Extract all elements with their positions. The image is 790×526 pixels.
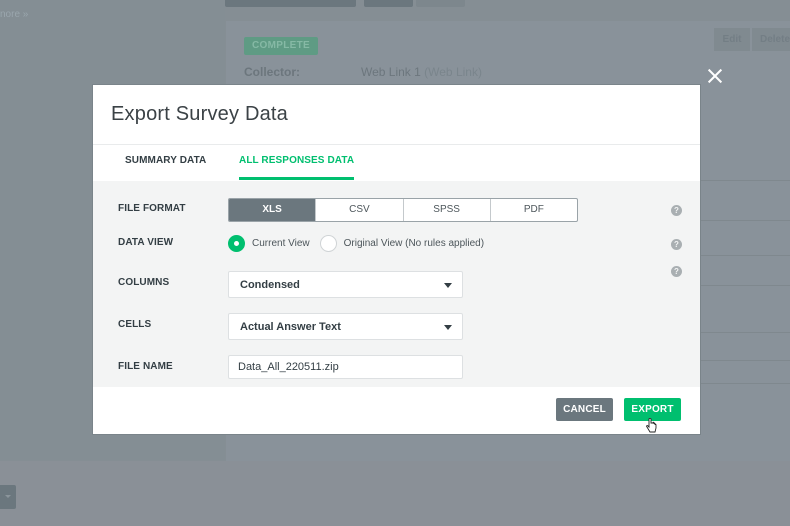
cells-select[interactable]: Actual Answer Text bbox=[228, 313, 463, 340]
radio-label: Current View bbox=[252, 238, 310, 249]
status-badge: COMPLETE bbox=[244, 37, 318, 55]
background-row-divider bbox=[700, 332, 790, 333]
radio-current-view[interactable]: Current View bbox=[228, 235, 310, 252]
chevron-down-icon bbox=[5, 495, 11, 498]
help-icon[interactable]: ? bbox=[671, 266, 682, 277]
caret-down-icon bbox=[444, 283, 452, 288]
caret-down-icon bbox=[444, 325, 452, 330]
format-option-csv[interactable]: CSV bbox=[316, 199, 404, 221]
background-row-divider bbox=[700, 255, 790, 256]
background-row-divider bbox=[700, 180, 790, 181]
radio-original-view[interactable]: Original View (No rules applied) bbox=[319, 235, 485, 252]
background-footer bbox=[0, 461, 790, 526]
dialog-title: Export Survey Data bbox=[111, 103, 289, 125]
file-format-label: FILE FORMAT bbox=[118, 203, 186, 214]
format-option-pdf[interactable]: PDF bbox=[491, 199, 577, 221]
radio-label: Original View (No rules applied) bbox=[343, 238, 485, 249]
export-options-panel: FILE FORMAT XLS CSV SPSS PDF ? DATA VIEW… bbox=[93, 181, 700, 387]
radio-selected-icon[interactable] bbox=[228, 235, 245, 252]
hand-pointer-cursor-icon bbox=[646, 418, 657, 433]
radio-unselected-icon[interactable] bbox=[319, 235, 337, 252]
collector-value: Web Link 1 (Web Link) bbox=[361, 65, 482, 79]
cancel-button[interactable]: CANCEL bbox=[556, 398, 613, 421]
columns-label: COLUMNS bbox=[118, 277, 170, 288]
tab-summary-data[interactable]: SUMMARY DATA bbox=[125, 155, 206, 181]
format-option-xls[interactable]: XLS bbox=[229, 199, 317, 221]
background-top-button bbox=[416, 0, 465, 7]
background-row-divider bbox=[700, 360, 790, 361]
tab-all-responses-data[interactable]: ALL RESPONSES DATA bbox=[239, 155, 355, 181]
file-name-label: FILE NAME bbox=[118, 361, 173, 372]
collector-label: Collector: bbox=[244, 65, 301, 79]
cells-label: CELLS bbox=[118, 319, 152, 330]
collector-name: Web Link 1 bbox=[361, 65, 421, 79]
file-name-input[interactable] bbox=[228, 355, 463, 379]
background-top-button bbox=[225, 0, 356, 7]
file-format-selector: XLS CSV SPSS PDF bbox=[228, 198, 578, 222]
data-view-label: DATA VIEW bbox=[118, 237, 174, 248]
cells-select-value: Actual Answer Text bbox=[240, 321, 341, 333]
columns-select[interactable]: Condensed bbox=[228, 271, 463, 298]
close-icon[interactable] bbox=[706, 67, 724, 85]
background-row-divider bbox=[700, 285, 790, 286]
background-dropdown-button bbox=[0, 485, 16, 509]
delete-button: Delete bbox=[752, 28, 790, 51]
divider bbox=[93, 144, 700, 145]
edit-button: Edit bbox=[714, 28, 750, 51]
help-icon[interactable]: ? bbox=[671, 239, 682, 250]
collector-type: (Web Link) bbox=[424, 65, 482, 79]
background-row-divider bbox=[700, 383, 790, 384]
columns-select-value: Condensed bbox=[240, 279, 300, 291]
help-icon[interactable]: ? bbox=[671, 205, 682, 216]
more-link: nore » bbox=[0, 9, 29, 20]
format-option-spss[interactable]: SPSS bbox=[404, 199, 491, 221]
background-top-button bbox=[364, 0, 413, 7]
background-row-divider bbox=[700, 220, 790, 221]
data-view-radio-group: Current View Original View (No rules app… bbox=[228, 235, 494, 252]
export-survey-data-dialog: Export Survey Data SUMMARY DATA ALL RESP… bbox=[93, 85, 700, 434]
